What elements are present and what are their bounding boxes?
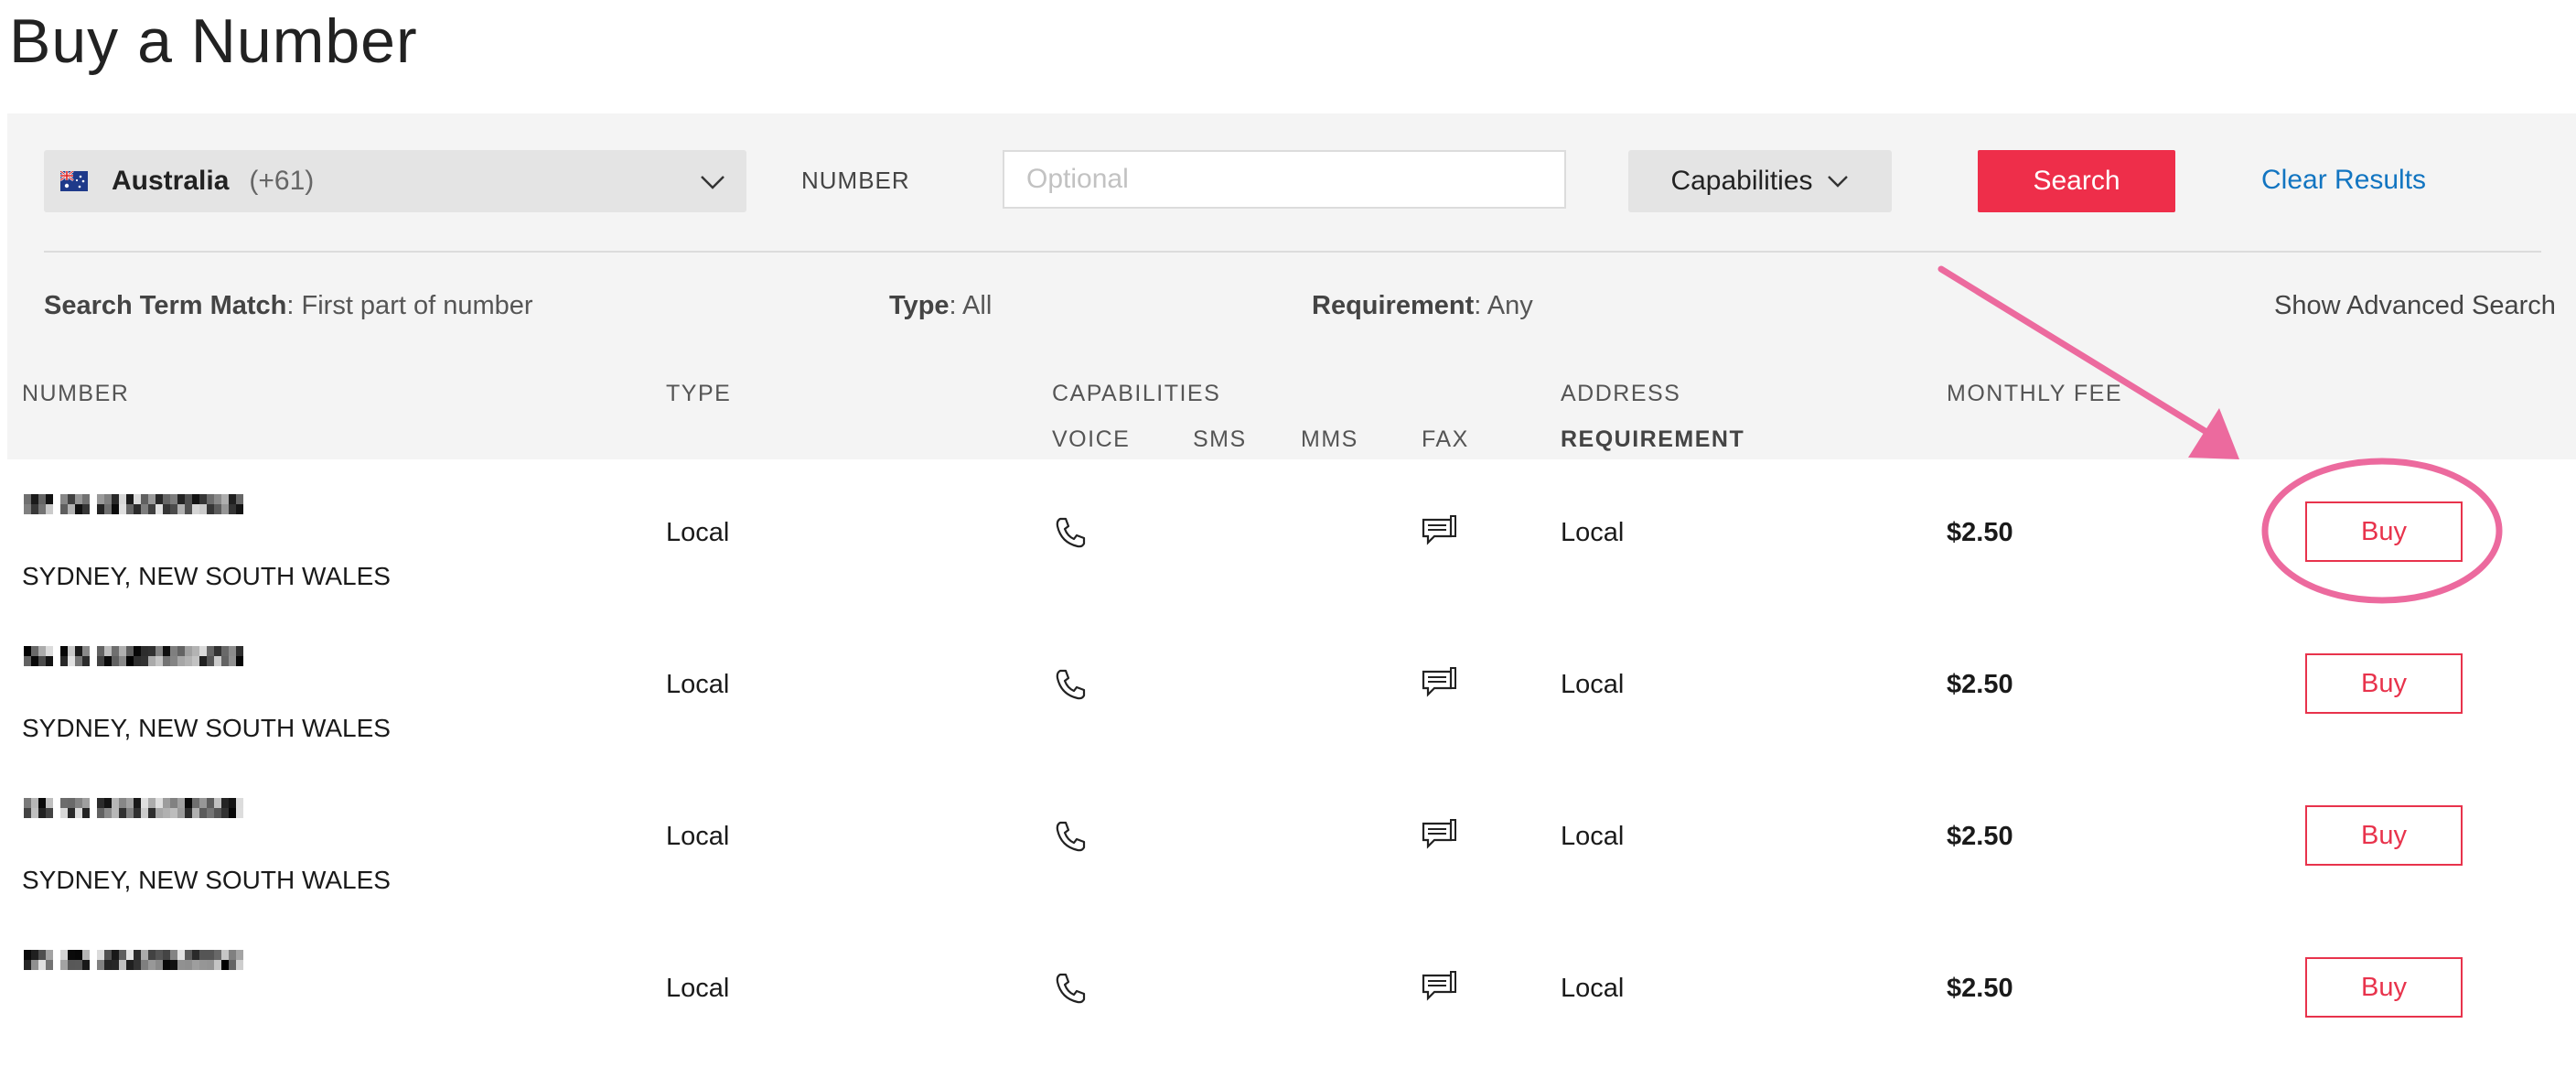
- redacted-number: [24, 494, 243, 514]
- row-type: Local: [666, 822, 730, 851]
- table-row: SYDNEY, NEW SOUTH WALES Local Local $2.5…: [7, 763, 2576, 917]
- row-monthly-fee: $2.50: [1947, 822, 2013, 851]
- filter-label: Type: [889, 291, 950, 320]
- row-location: SYDNEY, NEW SOUTH WALES: [22, 714, 391, 742]
- row-address-requirement: Local: [1561, 518, 1625, 547]
- row-type: Local: [666, 670, 730, 699]
- number-label: NUMBER: [801, 167, 910, 194]
- number-input[interactable]: [1003, 150, 1566, 209]
- filter-value: : First part of number: [286, 291, 533, 320]
- search-term-match-filter: Search Term Match: First part of number: [44, 291, 533, 321]
- capabilities-label: Capabilities: [1670, 166, 1813, 196]
- pixelation: [24, 798, 243, 818]
- requirement-filter: Requirement: Any: [1312, 291, 1533, 321]
- redacted-number: [24, 950, 243, 970]
- filter-value: : Any: [1474, 291, 1533, 320]
- pixelation: [24, 646, 243, 666]
- table-row: SYDNEY, NEW SOUTH WALES Local Local $2.5…: [7, 611, 2576, 765]
- divider: [44, 251, 2541, 253]
- fax-icon: [1422, 971, 1456, 1001]
- column-header-mms: MMS: [1301, 426, 1358, 452]
- column-header-type: TYPE: [666, 381, 732, 406]
- chevron-down-icon: [1827, 176, 1848, 188]
- filter-value: : All: [949, 291, 993, 320]
- phone-icon: [1056, 821, 1086, 852]
- row-monthly-fee: $2.50: [1947, 518, 2013, 547]
- fax-icon: [1422, 819, 1456, 849]
- australia-flag-icon: [60, 171, 88, 191]
- redacted-number: [24, 798, 243, 818]
- column-header-voice: VOICE: [1052, 426, 1131, 452]
- show-advanced-search-link[interactable]: Show Advanced Search: [2274, 291, 2556, 321]
- filter-label: Requirement: [1312, 291, 1475, 320]
- table-row: Local Local $2.50 Buy: [7, 915, 2576, 1067]
- phone-icon: [1056, 669, 1086, 700]
- row-monthly-fee: $2.50: [1947, 974, 2013, 1003]
- pixelation: [24, 950, 243, 970]
- country-select[interactable]: Australia (+61): [44, 150, 746, 212]
- column-header-sms: SMS: [1193, 426, 1247, 452]
- row-location: SYDNEY, NEW SOUTH WALES: [22, 562, 391, 590]
- clear-results-link[interactable]: Clear Results: [2261, 165, 2426, 196]
- buy-button[interactable]: Buy: [2305, 653, 2463, 714]
- search-button[interactable]: Search: [1978, 150, 2175, 212]
- column-header-number: NUMBER: [22, 381, 130, 406]
- row-address-requirement: Local: [1561, 974, 1625, 1003]
- page-title: Buy a Number: [9, 6, 418, 76]
- phone-icon: [1056, 517, 1086, 548]
- phone-icon: [1056, 973, 1086, 1004]
- redacted-number: [24, 646, 243, 666]
- country-name: Australia: [112, 166, 230, 196]
- pixelation: [24, 494, 243, 514]
- chevron-down-icon: [701, 176, 724, 189]
- buy-button[interactable]: Buy: [2305, 805, 2463, 866]
- row-address-requirement: Local: [1561, 822, 1625, 851]
- capabilities-dropdown[interactable]: Capabilities: [1628, 150, 1892, 212]
- buy-button[interactable]: Buy: [2305, 957, 2463, 1018]
- fax-icon: [1422, 667, 1456, 697]
- row-monthly-fee: $2.50: [1947, 670, 2013, 699]
- column-header-requirement: REQUIREMENT: [1561, 426, 1745, 452]
- column-header-monthly-fee: MONTHLY FEE: [1947, 381, 2122, 406]
- country-code: (+61): [249, 166, 315, 196]
- row-type: Local: [666, 518, 730, 547]
- column-header-address: ADDRESS: [1561, 381, 1681, 406]
- row-location: SYDNEY, NEW SOUTH WALES: [22, 866, 391, 894]
- buy-button[interactable]: Buy: [2305, 501, 2463, 562]
- type-filter: Type: All: [889, 291, 992, 321]
- row-address-requirement: Local: [1561, 670, 1625, 699]
- row-type: Local: [666, 974, 730, 1003]
- fax-icon: [1422, 515, 1456, 545]
- column-header-fax: FAX: [1422, 426, 1469, 452]
- column-header-capabilities: CAPABILITIES: [1052, 381, 1221, 406]
- filter-label: Search Term Match: [44, 291, 287, 320]
- table-row: SYDNEY, NEW SOUTH WALES Local Local $2.5…: [7, 459, 2576, 613]
